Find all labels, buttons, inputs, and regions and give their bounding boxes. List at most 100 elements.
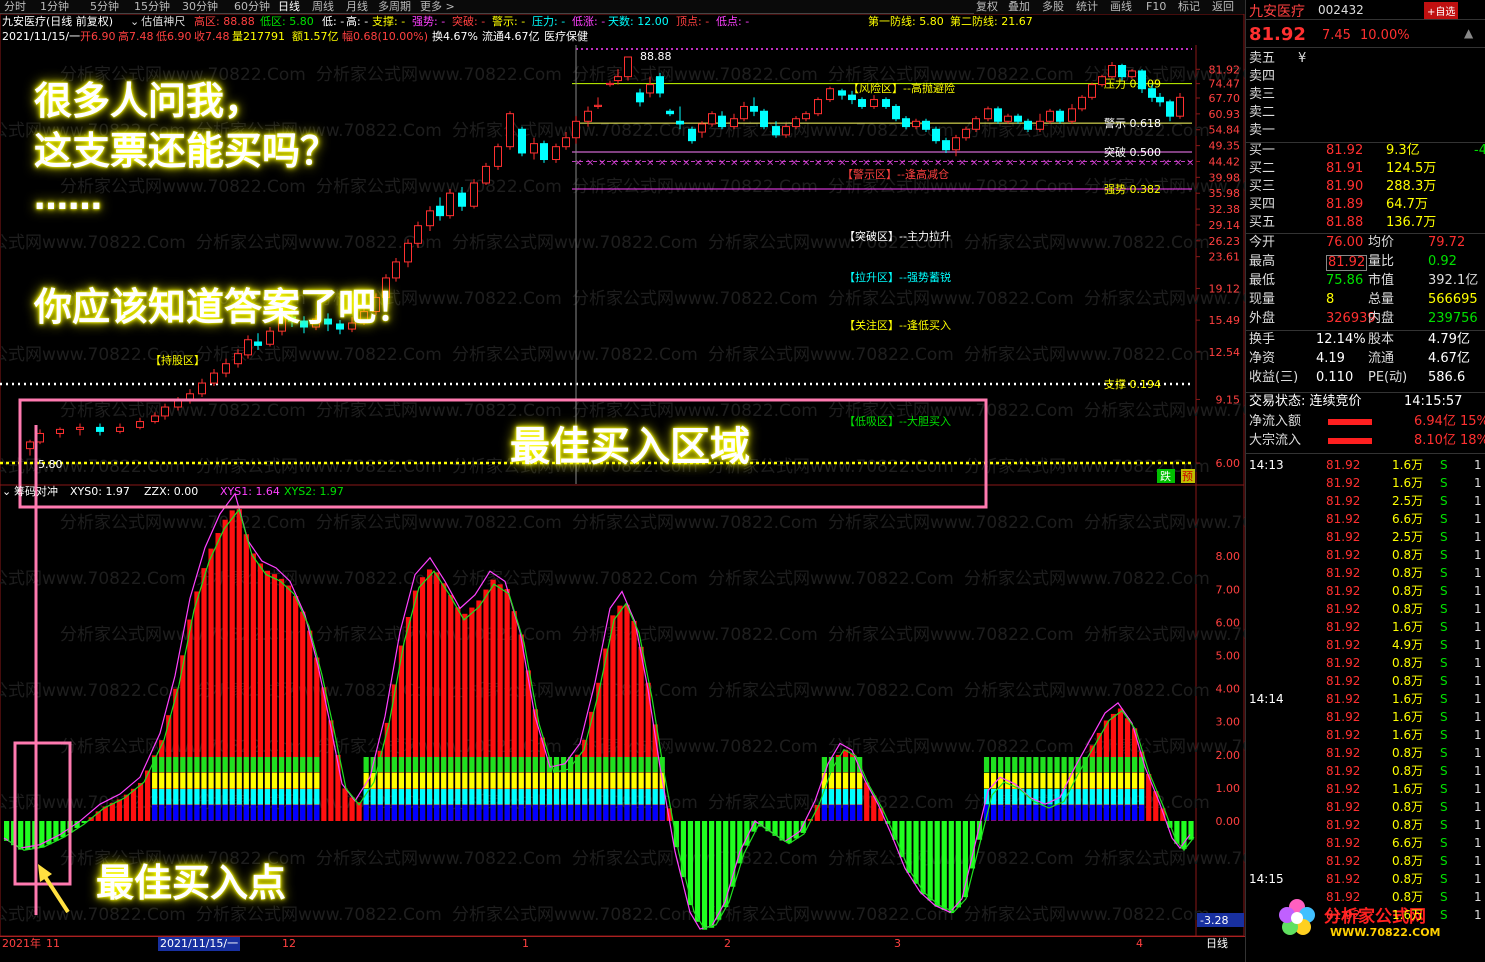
watermark-text: 分析家公式网www.70822.Com (572, 289, 818, 309)
indicator-selector[interactable]: ⌄ 估值神尺 (130, 15, 185, 29)
quote-sector: 医疗保健 (544, 30, 588, 43)
hist-band (405, 757, 412, 773)
bid-price: 81.88 (1326, 215, 1364, 230)
cross-mark: × (610, 157, 618, 168)
overlay-line-4: 你应该知道答案了吧！ (34, 285, 415, 329)
hist-band (638, 805, 644, 821)
hist-band (546, 805, 553, 821)
tool-button[interactable]: 统计 (1076, 0, 1098, 14)
tool-button[interactable]: 画线 (1110, 0, 1132, 14)
tick-volume: 0.8万 (1392, 584, 1424, 598)
hist-band (652, 773, 658, 789)
candle-body (932, 128, 940, 142)
period-tab[interactable]: 多周期 (378, 0, 411, 14)
best-buy-point-label: 最佳买入点 (96, 861, 287, 905)
hist-band (236, 757, 242, 773)
period-tab[interactable]: 60分钟 (234, 0, 270, 14)
hist-band (518, 789, 524, 805)
hist-band (307, 773, 313, 789)
hist-band (659, 805, 665, 821)
period-tab[interactable]: 日线 (278, 0, 300, 14)
period-tab[interactable]: 5分钟 (90, 0, 119, 14)
period-label[interactable]: 日线 (1206, 937, 1228, 951)
quote-low: 低6.90 (156, 30, 192, 43)
tick-volume: 0.8万 (1392, 890, 1424, 904)
candle-body (26, 441, 34, 450)
hist-band (638, 757, 644, 773)
stat-label: 内盘 (1368, 311, 1395, 326)
hist-band (497, 789, 503, 805)
candle-body (636, 92, 644, 103)
hist-band (1089, 789, 1095, 805)
add-watchlist-button[interactable]: +自选 (1424, 2, 1459, 19)
hist-band (857, 773, 863, 789)
cross-mark: × (838, 157, 846, 168)
overlay-line-3: …… (34, 178, 102, 218)
chevron-down-icon: ⌄ (130, 15, 140, 28)
period-tab[interactable]: 周线 (312, 0, 334, 14)
flow-label: 净流入额 (1249, 414, 1302, 429)
candle-body (136, 421, 144, 428)
tool-button[interactable]: 多股 (1042, 0, 1064, 14)
collapse-icon[interactable]: ▲ (1464, 26, 1473, 40)
quote-row: 14:14 81.92 1.6万 S 1 (1246, 690, 1485, 708)
period-tab[interactable]: 1分钟 (40, 0, 69, 14)
tool-button[interactable]: 返回 (1212, 0, 1234, 14)
period-tab[interactable]: 30分钟 (182, 0, 218, 14)
flow-pct: 18% (1460, 433, 1485, 448)
price-header: 81.92 7.45 10.00% ▲ (1246, 22, 1485, 48)
hist-band (511, 805, 517, 821)
period-tab[interactable]: 更多 > (420, 0, 455, 14)
candle-body (414, 225, 422, 244)
lo-zone-value: 低区: 5.80 (260, 15, 314, 28)
period-tab[interactable]: 月线 (346, 0, 368, 14)
tool-button[interactable]: 复权 (976, 0, 998, 14)
hist-band (596, 757, 602, 773)
cross-mark: × (982, 157, 990, 168)
candle-body (1004, 115, 1012, 122)
hist-band (596, 773, 602, 789)
period-tab[interactable]: 15分钟 (134, 0, 170, 14)
candle-body (730, 118, 738, 128)
hist-band (1089, 773, 1095, 789)
tick-volume: 1.6万 (1392, 458, 1424, 472)
hist-band (1139, 757, 1145, 773)
hist-band (582, 789, 588, 805)
fall-marker-label: 跌 (1160, 469, 1171, 483)
hist-bar-negative (25, 821, 31, 850)
quote-row: 买四 81.89 64.7万 (1246, 196, 1485, 214)
period-tab[interactable]: 分时 (4, 0, 26, 14)
cross-mark: × (718, 157, 726, 168)
hist-band (850, 789, 856, 805)
candle-body (984, 108, 992, 120)
ask-label: 卖四 (1249, 69, 1276, 84)
hist-band (398, 757, 404, 773)
hist-band (222, 757, 228, 773)
hist-bar-positive (349, 797, 355, 821)
hist-band (504, 757, 510, 773)
quote-row: 81.92 1.6万 S 1 (1246, 618, 1485, 636)
hist-band (300, 773, 306, 789)
cross-mark: × (1114, 157, 1122, 168)
tool-button[interactable]: 叠加 (1008, 0, 1030, 14)
hist-band (610, 805, 616, 821)
tick-count: 1 (1474, 728, 1482, 742)
quote-row: 买五 81.88 136.7万 (1246, 214, 1485, 232)
tool-button[interactable]: F10 (1146, 0, 1166, 14)
xys1-value: XYS1: 1.64 (220, 485, 280, 498)
cross-mark: × (1054, 157, 1062, 168)
hist-band (187, 789, 193, 805)
hist-band (152, 789, 158, 805)
tick-price: 81.92 (1326, 710, 1361, 724)
price-tick: 29.14 (1209, 219, 1241, 232)
tick-count: 1 (1474, 692, 1482, 706)
hist-band (455, 773, 461, 789)
tick-price: 81.92 (1326, 782, 1361, 796)
watermark-text: 分析家公式网www.70822.Com (0, 681, 186, 701)
tool-button[interactable]: 标记 (1178, 0, 1200, 14)
hist-band (187, 805, 193, 821)
hist-band (159, 789, 165, 805)
tick-volume: 0.8万 (1392, 800, 1424, 814)
best-buy-zone-label: 最佳买入区域 (510, 424, 750, 470)
cross-mark: × (874, 157, 882, 168)
